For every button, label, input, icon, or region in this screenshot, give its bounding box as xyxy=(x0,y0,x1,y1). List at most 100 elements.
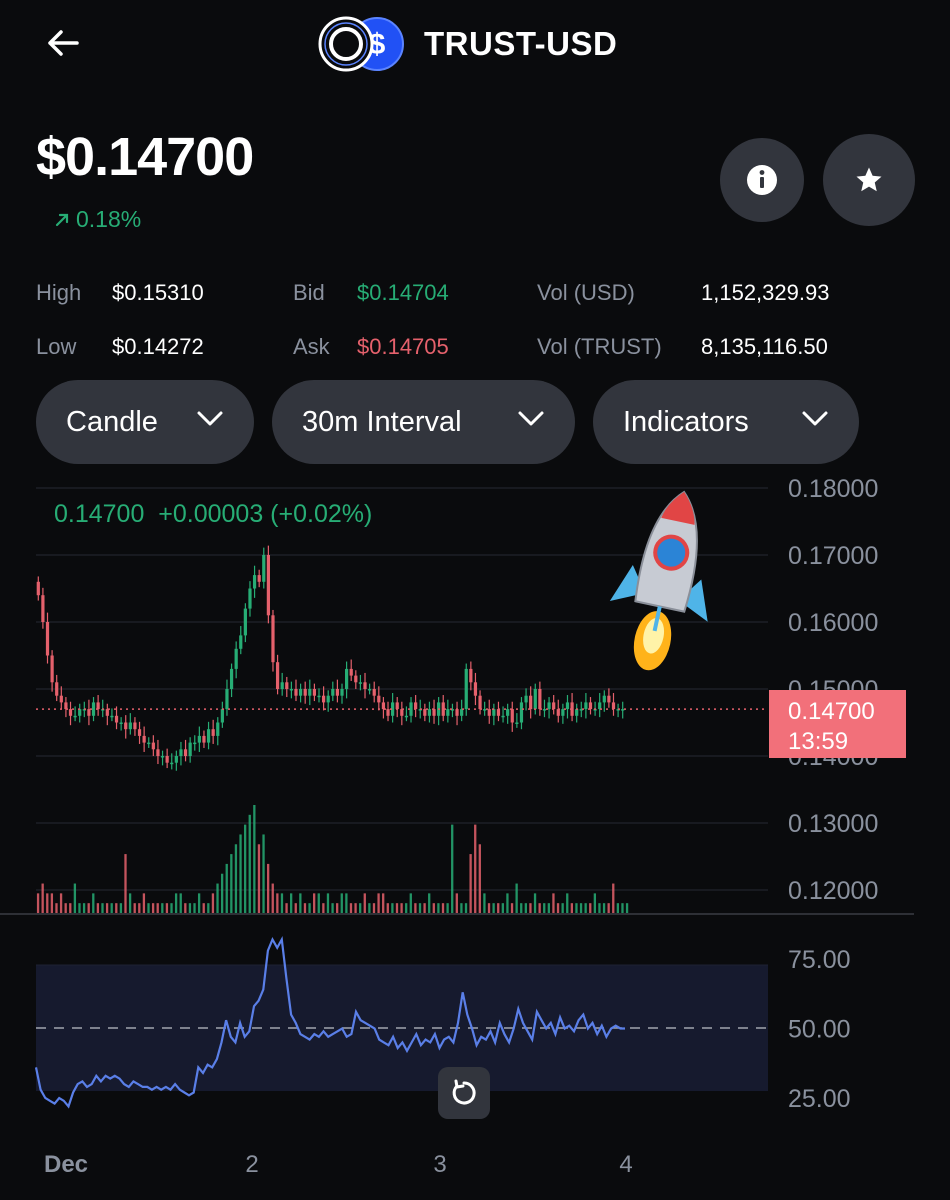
candle-body xyxy=(473,682,478,696)
info-button[interactable] xyxy=(720,138,804,222)
candle-body xyxy=(151,742,155,750)
volume-bar xyxy=(161,903,164,913)
volume-bar xyxy=(418,903,422,913)
candle-body xyxy=(55,682,59,696)
pair-title: TRUST-USD xyxy=(424,25,618,62)
back-button[interactable] xyxy=(38,18,88,68)
candle-body xyxy=(538,689,542,710)
candle-body xyxy=(621,709,625,711)
volume-bar xyxy=(197,893,201,913)
candle-body xyxy=(248,588,252,609)
bid-label: Bid xyxy=(293,280,325,305)
volume-bar xyxy=(602,903,606,913)
candle-body xyxy=(303,689,307,696)
candle-body xyxy=(312,689,317,696)
chart-type-label: Candle xyxy=(66,405,158,438)
candle-body xyxy=(395,702,399,710)
candle-body xyxy=(552,702,556,710)
chart-type-dropdown[interactable]: Candle xyxy=(36,380,254,464)
candle-body xyxy=(377,695,381,703)
volume-bar xyxy=(331,903,334,913)
candle-body xyxy=(220,709,224,723)
volume-bar xyxy=(501,903,504,913)
candle-body xyxy=(294,689,298,696)
candle-body xyxy=(533,689,537,710)
candle-body xyxy=(183,749,188,756)
candle-body xyxy=(492,709,496,716)
candle-body xyxy=(96,702,100,710)
volume-bar xyxy=(598,903,601,913)
price-tick-label: 0.12000 xyxy=(788,877,878,905)
candle-body xyxy=(188,742,192,756)
candle-body xyxy=(165,756,169,763)
volume-bar xyxy=(437,903,440,913)
candle-body xyxy=(252,575,257,589)
candle-body xyxy=(289,689,293,691)
candle-body xyxy=(229,668,234,689)
volume-bar xyxy=(483,893,486,913)
vol-trust-value: 8,135,116.50 xyxy=(701,334,828,359)
candle-body xyxy=(354,675,358,683)
candle-body xyxy=(464,668,468,710)
rsi-tick-label: 25.00 xyxy=(788,1085,851,1113)
current-price-tag-value: 0.14700 xyxy=(788,698,875,725)
price-tick-label: 0.16000 xyxy=(788,609,878,637)
volume-bar xyxy=(92,893,95,913)
volume-bar xyxy=(354,903,357,913)
volume-bar xyxy=(313,893,316,913)
candle-body xyxy=(308,689,312,696)
volume-bar xyxy=(340,893,343,913)
interval-dropdown[interactable]: 30m Interval xyxy=(272,380,575,464)
watchlist-star-button[interactable] xyxy=(823,134,915,226)
volume-bar xyxy=(184,903,187,913)
candle-body xyxy=(266,555,270,616)
volume-bar xyxy=(520,903,523,913)
candle-body xyxy=(478,695,482,710)
candle-body xyxy=(358,682,363,684)
candle-body xyxy=(340,689,344,696)
price-tick-label: 0.17000 xyxy=(788,542,878,570)
candle-body xyxy=(515,722,519,724)
price-tick-label: 0.18000 xyxy=(788,475,878,503)
volume-bar xyxy=(625,903,629,913)
volume-bar xyxy=(156,903,159,913)
reset-chart-button[interactable] xyxy=(438,1067,490,1119)
volume-bars xyxy=(36,805,629,913)
volume-bar xyxy=(202,903,205,913)
volume-bar xyxy=(506,893,509,913)
candle-body xyxy=(483,709,487,711)
volume-bar xyxy=(234,844,238,913)
volume-bar xyxy=(276,893,279,913)
candle-body xyxy=(556,709,560,716)
volume-bar xyxy=(299,893,302,913)
candle-body xyxy=(64,702,68,710)
candle-body xyxy=(87,709,91,716)
chevron-down-icon xyxy=(518,411,544,426)
candle-body xyxy=(501,715,505,718)
pair-header: $ TRUST-USD xyxy=(318,14,617,74)
volume-bar xyxy=(55,903,58,913)
rocket-icon xyxy=(609,490,708,671)
volume-bar xyxy=(391,903,394,913)
candle-body xyxy=(114,715,119,723)
candle-body xyxy=(275,662,280,689)
volume-bar xyxy=(478,844,481,913)
high-label: High xyxy=(36,280,82,305)
candle-body xyxy=(561,709,565,716)
volume-bar xyxy=(474,824,477,913)
candle-body xyxy=(326,695,330,703)
volume-bar xyxy=(487,903,491,913)
candle-body xyxy=(128,722,132,730)
volume-bar xyxy=(69,903,72,913)
volume-bar xyxy=(621,903,624,913)
chart-legend: 0.14700 +0.00003 (+0.02%) xyxy=(54,500,372,528)
candle-body xyxy=(317,695,321,698)
volume-bar xyxy=(294,903,297,913)
volume-bar xyxy=(377,893,380,913)
volume-bar xyxy=(280,893,284,913)
volume-bar xyxy=(87,903,90,913)
volume-bar xyxy=(529,903,532,913)
current-price-tag: 0.14700 13:59 xyxy=(769,690,906,758)
indicators-dropdown[interactable]: Indicators xyxy=(593,380,859,464)
volume-bar xyxy=(372,903,376,913)
